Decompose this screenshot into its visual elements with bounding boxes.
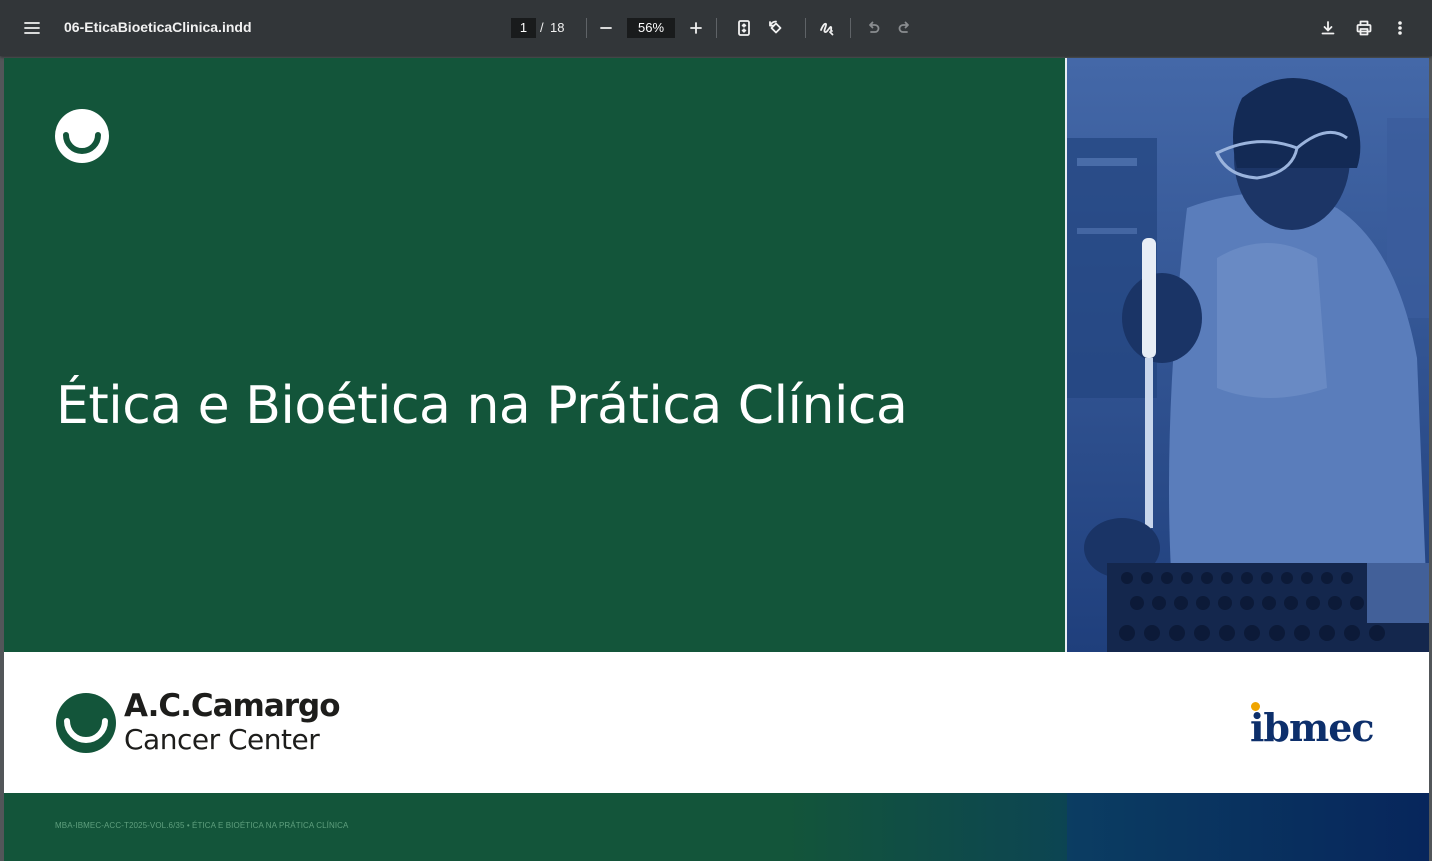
download-icon[interactable] [1312, 12, 1344, 44]
toolbar-divider [586, 18, 587, 38]
footer-text: MBA-IBMEC-ACC-T2025-VOL.6/35 • ÉTICA E B… [55, 821, 349, 830]
cover-green-panel [4, 58, 1065, 652]
zoom-out-icon[interactable] [590, 12, 622, 44]
brand-subtitle: Cancer Center [124, 723, 320, 756]
toolbar-divider [805, 18, 806, 38]
zoom-level-input[interactable]: 56% [627, 18, 675, 38]
footer-band-right [1067, 793, 1429, 861]
zoom-in-icon[interactable] [680, 12, 712, 44]
accamargo-logo-icon [56, 693, 116, 753]
page-total: 18 [550, 20, 565, 35]
draw-icon[interactable] [811, 12, 843, 44]
toolbar-divider [850, 18, 851, 38]
brand-name: A.C.Camargo [124, 688, 341, 724]
page-separator: / [540, 20, 544, 35]
cover-title: Ética e Bioética na Prática Clínica [56, 376, 908, 436]
fit-page-icon[interactable] [728, 12, 760, 44]
cover-photo [1067, 58, 1429, 652]
toolbar-divider [716, 18, 717, 38]
redo-icon[interactable] [889, 12, 921, 44]
pdf-page: Ética e Bioética na Prática Clínica A.C.… [4, 58, 1429, 861]
rotate-icon[interactable] [760, 12, 792, 44]
more-options-icon[interactable] [1384, 12, 1416, 44]
pdf-viewer-toolbar: 06-EticaBioeticaClinica.indd 1 / 18 56% [0, 0, 1432, 56]
ibmec-logo: ibmec [1250, 705, 1375, 750]
smile-logo-icon [55, 109, 109, 163]
document-title: 06-EticaBioeticaClinica.indd [64, 19, 252, 35]
undo-icon[interactable] [857, 12, 889, 44]
print-icon[interactable] [1348, 12, 1380, 44]
page-number-input[interactable]: 1 [511, 18, 536, 38]
hamburger-menu-icon[interactable] [16, 12, 48, 44]
